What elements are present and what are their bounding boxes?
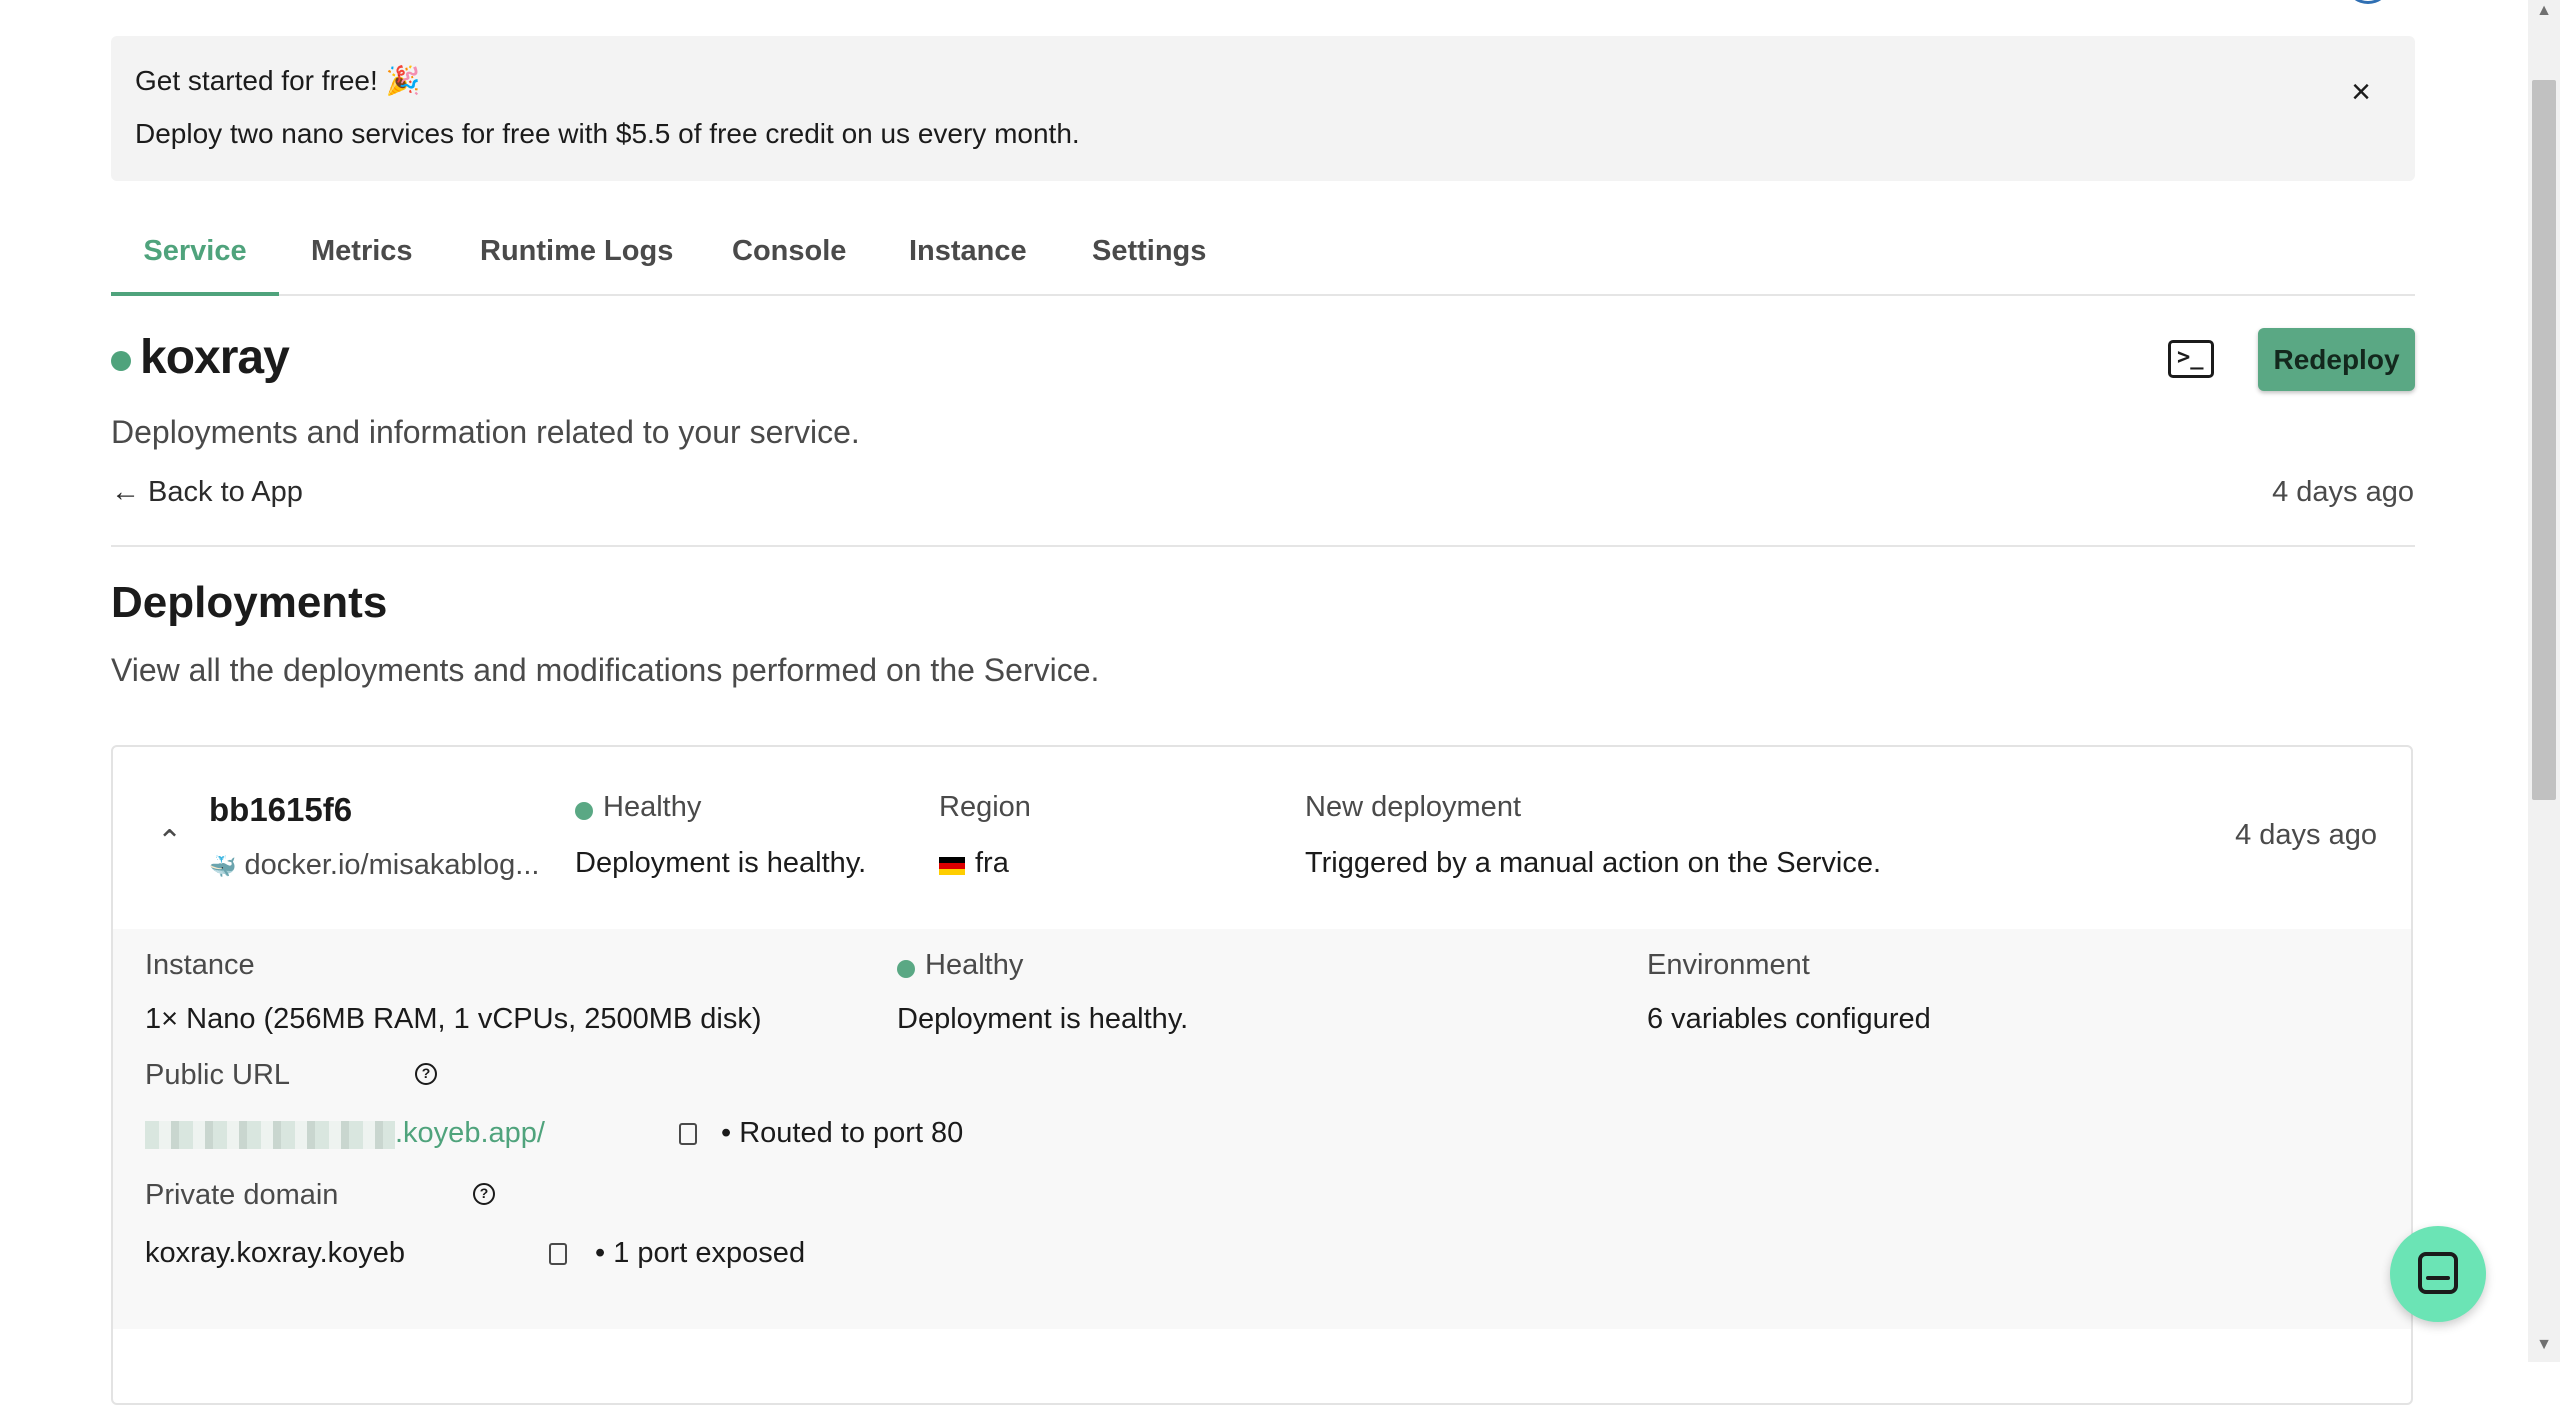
instance-label: Instance	[145, 949, 255, 981]
germany-flag-icon	[939, 857, 965, 875]
health-value: Deployment is healthy.	[897, 1003, 1189, 1035]
deployment-card: ⌃ bb1615f6 🐳 docker.io/misakablog... Hea…	[111, 745, 2413, 1405]
chat-icon	[2418, 1252, 2458, 1294]
health-label: Healthy	[925, 949, 1024, 981]
copy-icon[interactable]	[549, 1243, 567, 1265]
banner-text: Deploy two nano services for free with $…	[135, 118, 1080, 149]
trigger-title: New deployment	[1305, 791, 1521, 823]
environment-value: 6 variables configured	[1647, 1003, 1931, 1035]
region-label: Region	[939, 791, 1031, 823]
chat-support-button[interactable]	[2390, 1226, 2486, 1322]
console-button[interactable]: >_	[2168, 340, 2214, 378]
close-icon[interactable]: ×	[2341, 72, 2381, 112]
banner-title: Get started for free! 🎉	[135, 65, 421, 96]
docker-image: 🐳 docker.io/misakablog...	[209, 849, 539, 882]
service-name: koxray	[140, 331, 290, 384]
deployment-hash: bb1615f6	[209, 791, 353, 828]
deployment-age: 4 days ago	[2235, 819, 2377, 851]
healthy-status-dot	[897, 960, 915, 978]
environment-label: Environment	[1647, 949, 1810, 981]
user-avatar[interactable]	[2348, 0, 2388, 4]
public-url-label: Public URL	[145, 1059, 291, 1091]
service-tabs: Service Metrics Runtime Logs Console Ins…	[111, 220, 2415, 296]
help-icon[interactable]: ?	[473, 1183, 495, 1205]
private-domain-label: Private domain	[145, 1179, 339, 1211]
back-to-app-link[interactable]: ← Back to App	[111, 476, 303, 509]
scroll-down-arrow-icon[interactable]: ▼	[2528, 1336, 2560, 1360]
private-domain-value: koxray.koxray.koyeb	[145, 1237, 406, 1269]
docker-icon: 🐳	[209, 854, 237, 879]
tab-instance[interactable]: Instance	[909, 220, 1027, 292]
tab-runtime-logs[interactable]: Runtime Logs	[480, 220, 673, 292]
help-icon[interactable]: ?	[415, 1063, 437, 1085]
scrollbar-thumb[interactable]	[2532, 80, 2556, 800]
service-age: 4 days ago	[2272, 476, 2414, 508]
chat-icon-mouth	[2426, 1276, 2450, 1280]
page-scrollbar[interactable]: ▲ ▼	[2528, 0, 2560, 1362]
routed-port: • Routed to port 80	[721, 1117, 964, 1149]
redeploy-button[interactable]: Redeploy	[2258, 328, 2415, 391]
terminal-icon: >_	[2177, 345, 2204, 370]
copy-icon[interactable]	[679, 1123, 697, 1145]
service-description: Deployments and information related to y…	[111, 414, 860, 450]
exposed-ports: • 1 port exposed	[595, 1237, 806, 1269]
deployment-status-detail: Deployment is healthy.	[575, 847, 867, 879]
redacted-url-prefix	[145, 1121, 395, 1149]
public-url-link[interactable]: .koyeb.app/	[395, 1117, 545, 1150]
tab-service[interactable]: Service	[111, 220, 279, 296]
chevron-up-icon[interactable]: ⌃	[157, 827, 187, 857]
deployments-subtitle: View all the deployments and modificatio…	[111, 652, 1100, 688]
free-credit-banner: Get started for free! 🎉 Deploy two nano …	[111, 36, 2415, 181]
region-value: fra	[975, 847, 1009, 879]
tab-settings[interactable]: Settings	[1092, 220, 1206, 292]
divider	[111, 545, 2415, 547]
deployments-title: Deployments	[111, 578, 388, 627]
tab-console[interactable]: Console	[732, 220, 846, 292]
tab-metrics[interactable]: Metrics	[311, 220, 413, 292]
instance-value: 1× Nano (256MB RAM, 1 vCPUs, 2500MB disk…	[145, 1003, 762, 1035]
trigger-detail: Triggered by a manual action on the Serv…	[1305, 847, 1882, 879]
service-status-dot	[111, 351, 131, 371]
deployment-status: Healthy	[603, 791, 702, 823]
docker-image-name: docker.io/misakablog...	[244, 849, 540, 881]
scroll-up-arrow-icon[interactable]: ▲	[2528, 2, 2560, 26]
healthy-status-dot	[575, 802, 593, 820]
deployment-details: Instance 1× Nano (256MB RAM, 1 vCPUs, 25…	[113, 929, 2411, 1329]
